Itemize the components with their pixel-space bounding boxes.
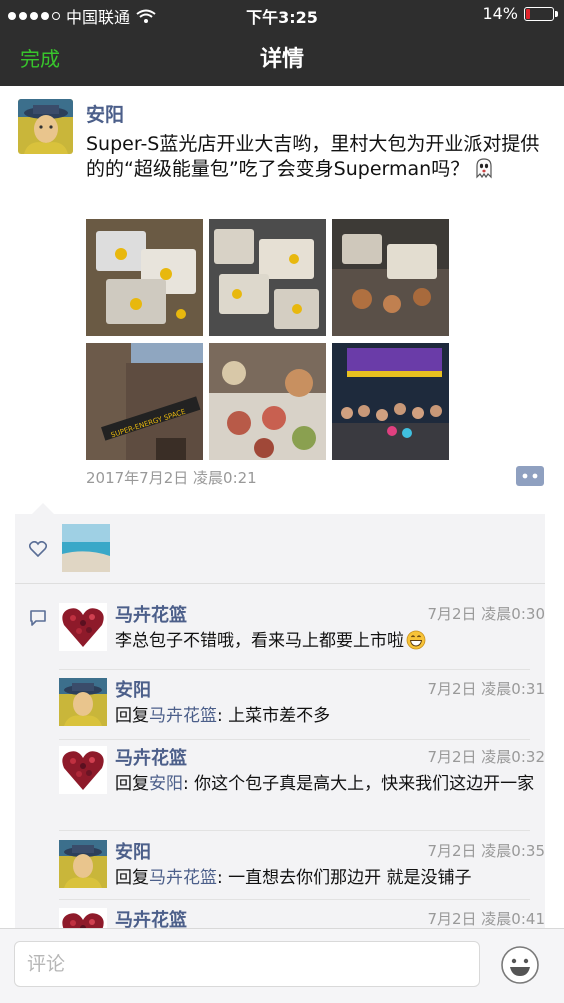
photo-building[interactable]: SUPER-ENERGY SPACE bbox=[86, 343, 203, 460]
author-avatar[interactable] bbox=[18, 99, 73, 154]
comment-time: 7月2日 凌晨0:32 bbox=[427, 748, 545, 766]
commenter-name[interactable]: 安阳 bbox=[115, 676, 151, 702]
commenter-avatar[interactable] bbox=[59, 678, 107, 726]
comment-divider bbox=[59, 830, 530, 831]
ghost-icon bbox=[476, 158, 492, 179]
liker-avatar[interactable] bbox=[62, 524, 110, 572]
comment-body: : 上菜市差不多 bbox=[217, 706, 331, 726]
commenter-avatar[interactable] bbox=[59, 840, 107, 888]
grin-icon bbox=[406, 630, 426, 650]
comment-text: 李总包子不错哦，看来马上都要上市啦 bbox=[115, 629, 535, 653]
comment-time: 7月2日 凌晨0:41 bbox=[427, 910, 545, 928]
commenter-avatar[interactable] bbox=[59, 603, 107, 651]
reply-prefix: 回复 bbox=[115, 706, 149, 726]
comment-time: 7月2日 凌晨0:30 bbox=[427, 605, 545, 623]
post-timestamp: 2017年7月2日 凌晨0:21 bbox=[86, 469, 257, 487]
post-author-name[interactable]: 安阳 bbox=[86, 100, 124, 127]
comment-text: 回复马卉花篮: 上菜市差不多 bbox=[115, 704, 535, 728]
comment-more-button[interactable] bbox=[516, 466, 544, 486]
reply-prefix: 回复 bbox=[115, 774, 149, 794]
comment-time: 7月2日 凌晨0:35 bbox=[427, 842, 545, 860]
comment-divider bbox=[59, 739, 530, 740]
comment-icon bbox=[30, 610, 46, 626]
reply-to-name[interactable]: 安阳 bbox=[149, 774, 183, 794]
commenter-avatar[interactable] bbox=[59, 908, 107, 928]
emoji-button[interactable] bbox=[500, 945, 540, 985]
nav-bar: 完成 详情 bbox=[0, 28, 564, 86]
reply-to-name[interactable]: 马卉花篮 bbox=[149, 706, 217, 726]
commenter-name[interactable]: 马卉花篮 bbox=[115, 601, 187, 627]
battery-percent: 14% bbox=[482, 4, 518, 23]
feedback-divider bbox=[15, 583, 545, 584]
reply-prefix: 回复 bbox=[115, 868, 149, 888]
comment-divider bbox=[59, 669, 530, 670]
comment-item[interactable]: 安阳 7月2日 凌晨0:31 回复马卉花篮: 上菜市差不多 bbox=[59, 676, 545, 736]
comment-item[interactable]: 马卉花篮 7月2日 凌晨0:41 bbox=[59, 906, 545, 928]
heart-icon bbox=[29, 541, 47, 557]
photo-pastries-1[interactable] bbox=[86, 219, 203, 336]
comment-item[interactable]: 安阳 7月2日 凌晨0:35 回复马卉花篮: 一直想去你们那边开 就是没铺子 bbox=[59, 838, 545, 898]
commenter-name[interactable]: 马卉花篮 bbox=[115, 744, 187, 770]
battery-icon bbox=[524, 6, 558, 21]
comment-body: 李总包子不错哦，看来马上都要上市啦 bbox=[115, 631, 404, 651]
comment-item[interactable]: 马卉花篮 7月2日 凌晨0:30 李总包子不错哦，看来马上都要上市啦 bbox=[59, 601, 545, 661]
status-time: 下午3:25 bbox=[246, 8, 318, 27]
commenter-name[interactable]: 安阳 bbox=[115, 838, 151, 864]
photo-desserts[interactable] bbox=[209, 343, 326, 460]
status-bar: 中国联通 下午3:25 14% bbox=[0, 0, 564, 28]
comment-divider bbox=[59, 899, 530, 900]
comment-input[interactable] bbox=[14, 941, 480, 987]
commenter-avatar[interactable] bbox=[59, 746, 107, 794]
photo-pastries-3[interactable] bbox=[332, 219, 449, 336]
post-text: Super-S蓝光店开业大吉哟，里村大包为开业派对提供的的“超级能量包”吃了会变… bbox=[86, 132, 546, 182]
post-text-content: Super-S蓝光店开业大吉哟，里村大包为开业派对提供的的“超级能量包”吃了会变… bbox=[86, 133, 540, 180]
reply-to-name[interactable]: 马卉花篮 bbox=[149, 868, 217, 888]
commenter-name[interactable]: 马卉花篮 bbox=[115, 906, 187, 928]
comment-body: : 一直想去你们那边开 就是没铺子 bbox=[217, 868, 472, 888]
comment-item[interactable]: 马卉花篮 7月2日 凌晨0:32 回复安阳: 你这个包子真是高大上，快来我们这边… bbox=[59, 744, 545, 824]
comment-text: 回复马卉花篮: 一直想去你们那边开 就是没铺子 bbox=[115, 866, 535, 890]
page-title: 详情 bbox=[259, 47, 304, 72]
comment-time: 7月2日 凌晨0:31 bbox=[427, 680, 545, 698]
photo-group[interactable] bbox=[332, 343, 449, 460]
photo-grid: SUPER-ENERGY SPACE bbox=[86, 219, 450, 460]
feedback-arrow bbox=[32, 503, 54, 514]
comment-text: 回复安阳: 你这个包子真是高大上，快来我们这边开一家 bbox=[115, 772, 535, 796]
comment-input-bar bbox=[0, 928, 564, 1003]
comment-body: : 你这个包子真是高大上，快来我们这边开一家 bbox=[183, 774, 535, 794]
photo-pastries-2[interactable] bbox=[209, 219, 326, 336]
